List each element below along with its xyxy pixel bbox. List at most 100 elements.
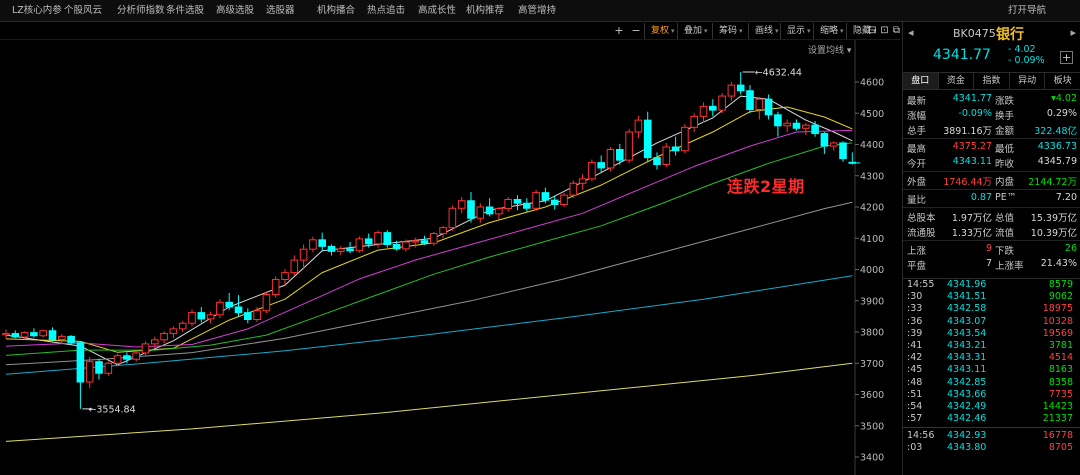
quote-label: 金额	[995, 126, 1015, 137]
quote-row: 流通股 1.33万亿 流值 10.39万亿	[903, 224, 1080, 239]
candle-body	[85, 361, 94, 383]
divider	[903, 171, 1080, 172]
menu-item-6[interactable]: 机构播合	[317, 0, 355, 22]
quote-value: 26	[1064, 243, 1077, 254]
minimize-icon[interactable]: ⊟	[867, 23, 878, 39]
menu-item-4[interactable]: 高级选股	[216, 0, 254, 22]
tick-list[interactable]: 14:55 4341.96 8579:30 4341.51 9062:33 4342.58…	[903, 278, 1080, 475]
zoom-out-icon[interactable]: −	[629, 23, 643, 39]
panel-tab-0[interactable]: 盘口	[903, 73, 939, 89]
tick-time: :39	[907, 327, 923, 339]
add-watchlist-button[interactable]: +	[1060, 51, 1073, 64]
menu-item-3[interactable]: 条件选股	[166, 0, 204, 22]
ma-settings-button[interactable]: 设置均线 ▾	[808, 43, 851, 56]
candle-body	[151, 339, 159, 345]
tick-volume: 18975	[1042, 303, 1073, 315]
tick-time: :41	[907, 339, 923, 351]
toolbar-item-label: 叠加	[684, 26, 703, 36]
tick-volume: 8163	[1048, 364, 1073, 376]
zoom-in-icon[interactable]: +	[612, 23, 626, 39]
candle-body	[178, 322, 187, 330]
tick-time: :36	[907, 315, 923, 327]
quote-value: 21.43%	[1040, 258, 1077, 269]
y-tick-label: 3900	[860, 296, 884, 307]
divider	[903, 189, 1080, 190]
candle-body	[67, 335, 75, 344]
tick-volume: 8579	[1048, 279, 1073, 290]
restore-icon[interactable]: ⊡	[879, 23, 890, 39]
toolbar-item-5[interactable]: 缩略 ▾	[813, 23, 844, 39]
candle-body	[113, 355, 122, 364]
menu-item-9[interactable]: 机构推荐	[466, 0, 504, 22]
quote-value: 4336.73	[1037, 141, 1077, 152]
tick-time: :03	[907, 442, 923, 454]
quote-row: 平盘 7 上涨率 21.43%	[903, 257, 1080, 272]
detach-icon[interactable]: ⧉	[891, 23, 902, 39]
candle-body	[764, 98, 773, 116]
top-menu-bar: LZ核心内参 个股风云 分析师指数 条件选股 高级选股 选股器 机构播合 热点追击 高成长性 机构…	[0, 0, 1080, 22]
quote-label: 流通股	[907, 228, 936, 239]
tick-volume: 10328	[1042, 315, 1073, 327]
candle-body	[383, 232, 392, 245]
toolbar-item-1[interactable]: 叠加 ▾	[677, 23, 708, 39]
quote-label: 总值	[995, 213, 1015, 224]
candle-body	[20, 332, 29, 338]
panel-tab-4[interactable]: 板块	[1045, 73, 1080, 89]
candle-body	[299, 248, 308, 261]
quote-label: 最新	[907, 96, 927, 107]
chevron-down-icon: ▾	[840, 27, 844, 35]
tick-price: 4342.58	[947, 303, 987, 315]
toolbar-item-2[interactable]: 筹码 ▾	[712, 23, 743, 39]
change-value: - 4.02	[1008, 44, 1036, 55]
candle-body	[467, 200, 475, 219]
tick-volume: 21337	[1042, 413, 1073, 425]
candle-body	[671, 146, 680, 152]
chevron-down-icon: ▾	[807, 27, 811, 35]
candlestick-chart[interactable]: 4600 4500 4400 4300 4200 4100 4000 3900 3800 3700…	[0, 40, 900, 475]
candle-body	[550, 199, 559, 205]
quote-value: 3891.16万	[943, 126, 992, 137]
tick-row: :03 4343.80 8705	[903, 442, 1080, 454]
tick-price: 4342.46	[947, 413, 987, 425]
candle-body	[392, 244, 401, 250]
quote-label: PE™	[995, 192, 1017, 203]
candle-body	[104, 362, 113, 374]
y-tick-label: 4000	[860, 265, 884, 276]
candle-body	[402, 241, 410, 250]
tick-volume: 8705	[1048, 442, 1073, 454]
quote-table: 最新 4341.77 涨跌 ▾4.02 涨幅 -0.09% 换手 0.29% 总手 3891.16…	[903, 92, 1080, 272]
panel-tab-3[interactable]: 异动	[1010, 73, 1046, 89]
candle-body	[206, 314, 215, 320]
menu-item-8[interactable]: 高成长性	[418, 0, 456, 22]
tick-volume: 16778	[1042, 430, 1073, 442]
menu-item-5[interactable]: 选股器	[266, 0, 295, 22]
prev-arrow-icon[interactable]: ◂	[908, 26, 914, 39]
candle-body	[578, 178, 587, 184]
toolbar-item-4[interactable]: 显示 ▾	[780, 23, 811, 39]
panel-tab-2[interactable]: 指数	[974, 73, 1010, 89]
candle-body	[755, 98, 764, 110]
menu-item-0[interactable]: LZ核心内参	[12, 0, 62, 22]
tick-price: 4341.51	[947, 291, 987, 303]
candle-body	[11, 333, 20, 338]
candle-body	[374, 232, 382, 245]
open-navigation-link[interactable]: 打开导航	[1008, 0, 1046, 22]
candle-body	[625, 131, 633, 161]
toolbar-item-3[interactable]: 画线 ▾	[748, 23, 779, 39]
next-arrow-icon[interactable]: ▸	[1070, 26, 1076, 39]
toolbar-item-0[interactable]: 复权 ▾	[644, 23, 675, 39]
menu-item-2[interactable]: 分析师指数	[117, 0, 165, 22]
quote-row: 今开 4343.11 昨收 4345.79	[903, 155, 1080, 170]
candle-body	[244, 312, 252, 320]
y-tick-label: 3500	[860, 421, 884, 432]
y-tick-label: 4300	[860, 171, 884, 182]
chart-annotation: 连跌2星期	[727, 177, 805, 196]
ma-line-ma30	[5, 142, 853, 356]
tick-row: :51 4343.66 7735	[903, 389, 1080, 401]
panel-tab-1[interactable]: 资金	[939, 73, 975, 89]
menu-item-10[interactable]: 高管增持	[518, 0, 556, 22]
quote-label: 上涨率	[995, 261, 1024, 272]
menu-item-7[interactable]: 热点追击	[367, 0, 405, 22]
tick-price: 4343.11	[947, 364, 987, 376]
menu-item-1[interactable]: 个股风云	[64, 0, 102, 22]
